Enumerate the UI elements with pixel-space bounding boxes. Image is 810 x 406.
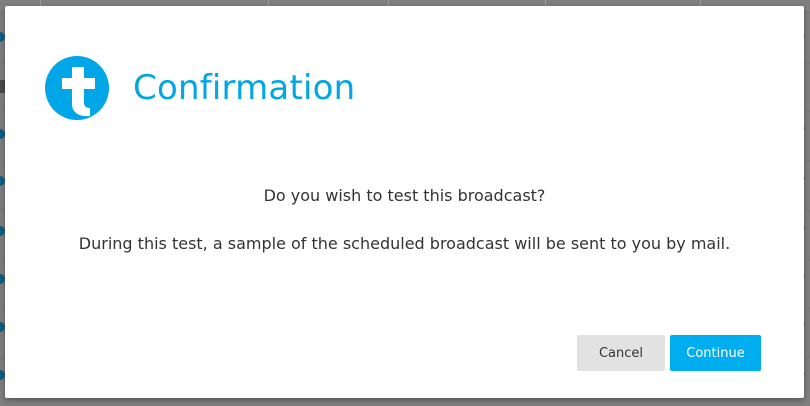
- continue-button[interactable]: Continue: [670, 335, 761, 371]
- dialog-title: Confirmation: [133, 68, 356, 108]
- dialog-question: Do you wish to test this broadcast?: [263, 186, 546, 205]
- dialog-footer: Cancel Continue: [557, 335, 761, 371]
- cross-logo-icon: [45, 56, 109, 120]
- dialog-description: During this test, a sample of the schedu…: [78, 234, 731, 253]
- dialog-header: Confirmation: [45, 56, 445, 126]
- cancel-button[interactable]: Cancel: [577, 335, 665, 371]
- confirmation-dialog: Confirmation Do you wish to test this br…: [5, 6, 804, 398]
